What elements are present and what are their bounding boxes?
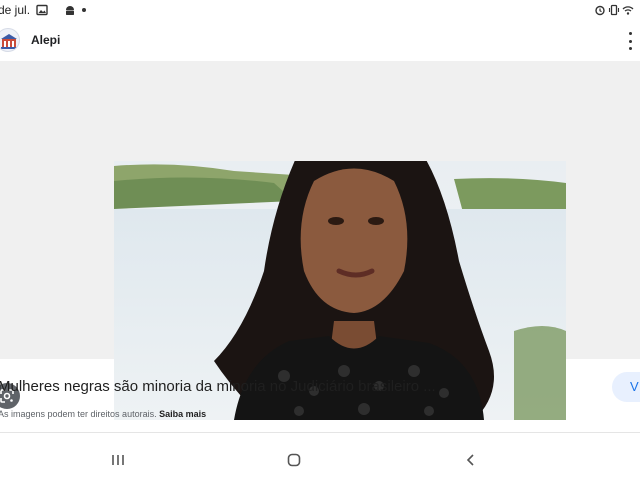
notification-dot [82,8,86,12]
home-icon[interactable] [282,448,306,472]
learn-more-link[interactable]: Saiba mais [159,409,206,419]
status-time: de jul. [0,3,31,17]
alepi-logo [0,28,20,52]
site-name[interactable]: Alepi [31,33,60,47]
more-vert-icon[interactable] [624,32,636,50]
system-nav-bar [0,440,640,480]
result-header: Alepi [0,24,640,58]
vibrate-icon [608,4,620,16]
recents-icon[interactable] [106,448,130,472]
copyright-notice: As imagens podem ter direitos autorais. … [0,409,206,419]
result-title[interactable]: Mulheres negras são minoria da minoria n… [0,378,436,395]
alarm-icon [595,5,605,16]
image-icon [36,4,48,16]
back-icon[interactable] [459,448,483,472]
android-icon [66,6,74,15]
divider [0,432,640,433]
visit-button[interactable]: V [612,372,640,402]
status-bar: de jul. [0,0,640,20]
building-icon [1,34,17,49]
image-preview-area[interactable] [0,61,640,420]
wifi-icon [622,6,634,15]
copyright-text: As imagens podem ter direitos autorais. [0,409,157,419]
